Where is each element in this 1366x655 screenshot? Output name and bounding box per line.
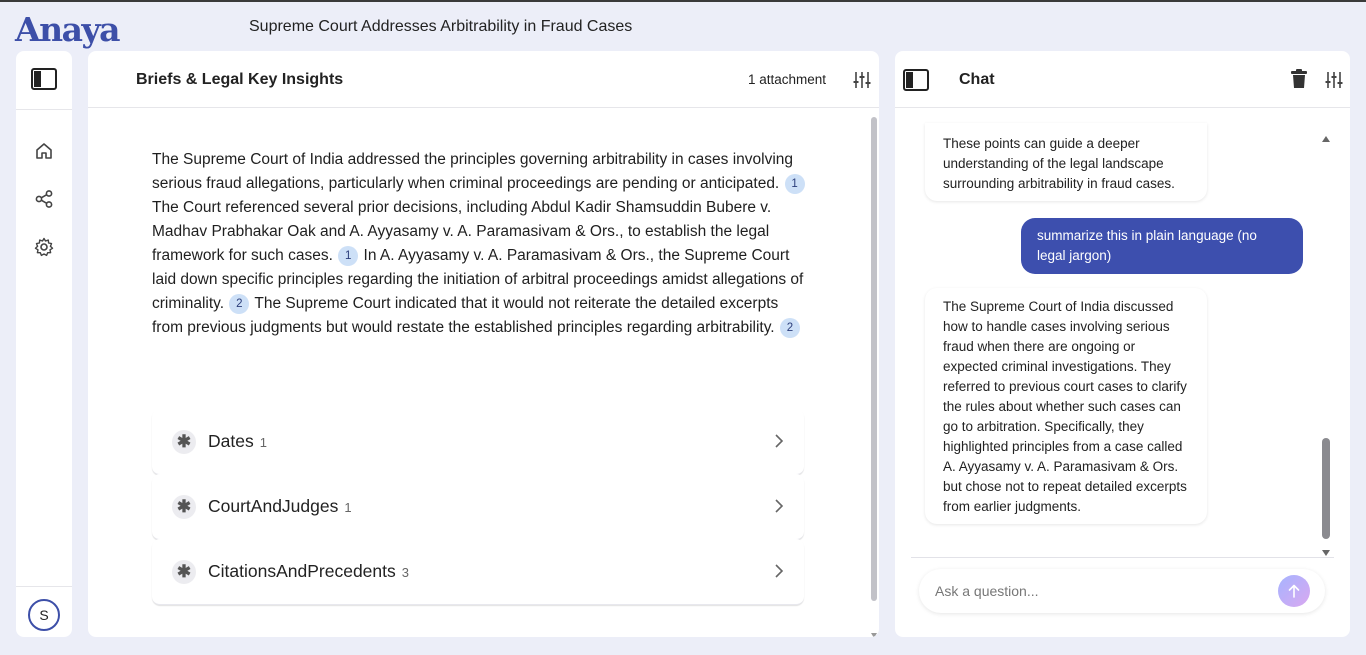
citation-badge[interactable]: 1 — [338, 245, 359, 266]
filter-icon[interactable] — [852, 70, 872, 95]
briefs-panel: Briefs & Legal Key Insights 1 attachment… — [88, 51, 879, 637]
chevron-right-icon — [774, 433, 784, 454]
document-title: Supreme Court Addresses Arbitrability in… — [249, 18, 633, 35]
briefs-title: Briefs & Legal Key Insights — [136, 71, 344, 88]
section-label: Dates 1 — [208, 431, 267, 452]
section-title: CourtAndJudges — [208, 496, 339, 516]
citation-badge[interactable]: 2 — [229, 293, 250, 314]
scroll-up-arrow[interactable] — [1322, 129, 1330, 147]
asterisk-icon: ✱ — [172, 430, 196, 454]
section-count: 1 — [344, 500, 352, 515]
asterisk-icon: ✱ — [172, 560, 196, 584]
briefs-scrollbar[interactable] — [871, 117, 877, 601]
assistant-message: These points can guide a deeper understa… — [925, 123, 1207, 201]
sidebar-divider — [16, 109, 72, 110]
sidebar-divider-bottom — [16, 586, 72, 587]
section-label: CitationsAndPrecedents 3 — [208, 561, 409, 582]
user-message: summarize this in plain language (no leg… — [1021, 218, 1303, 274]
section-title: Dates — [208, 431, 254, 451]
assistant-message: The Supreme Court of India discussed how… — [925, 288, 1207, 524]
ask-box — [919, 569, 1325, 613]
section-court-and-judges[interactable]: ✱ CourtAndJudges 1 — [152, 474, 804, 540]
attachment-button[interactable]: 1 attachment — [748, 72, 826, 87]
summary-text: The Supreme Court of India addressed the… — [152, 148, 812, 340]
gear-icon[interactable] — [32, 235, 56, 259]
section-label: CourtAndJudges 1 — [208, 496, 352, 517]
chat-scrollbar[interactable] — [1322, 438, 1330, 539]
summary-sentence: The Supreme Court of India addressed the… — [152, 151, 794, 192]
citation-badge[interactable]: 1 — [784, 173, 805, 194]
send-button[interactable] — [1278, 575, 1310, 607]
question-input[interactable] — [935, 581, 1265, 601]
scroll-down-arrow[interactable] — [1322, 543, 1330, 561]
scroll-down-arrow[interactable] — [871, 625, 877, 637]
section-count: 3 — [401, 565, 409, 580]
citation-badge[interactable]: 2 — [779, 317, 800, 338]
arrow-up-icon — [1288, 584, 1300, 598]
filter-icon[interactable] — [1324, 70, 1344, 95]
trash-icon[interactable] — [1290, 69, 1308, 94]
sidebar: S — [16, 51, 72, 637]
chat-header: Chat — [895, 51, 1350, 108]
chat-panel: Chat These points can guide a deeper und… — [895, 51, 1350, 637]
chat-divider — [911, 557, 1334, 558]
section-citations-and-precedents[interactable]: ✱ CitationsAndPrecedents 3 — [152, 539, 804, 605]
chat-title: Chat — [959, 71, 995, 88]
share-icon[interactable] — [32, 187, 56, 211]
briefs-header: Briefs & Legal Key Insights 1 attachment — [88, 51, 879, 108]
chevron-right-icon — [774, 563, 784, 584]
avatar[interactable]: S — [28, 599, 60, 631]
app-logo: Anaya — [15, 10, 121, 49]
asterisk-icon: ✱ — [172, 495, 196, 519]
home-icon[interactable] — [32, 139, 56, 163]
section-dates[interactable]: ✱ Dates 1 — [152, 409, 804, 475]
panel-toggle-icon[interactable] — [903, 69, 929, 96]
section-count: 1 — [259, 435, 267, 450]
chevron-right-icon — [774, 498, 784, 519]
section-title: CitationsAndPrecedents — [208, 561, 396, 581]
sidebar-toggle-icon[interactable] — [31, 68, 57, 95]
